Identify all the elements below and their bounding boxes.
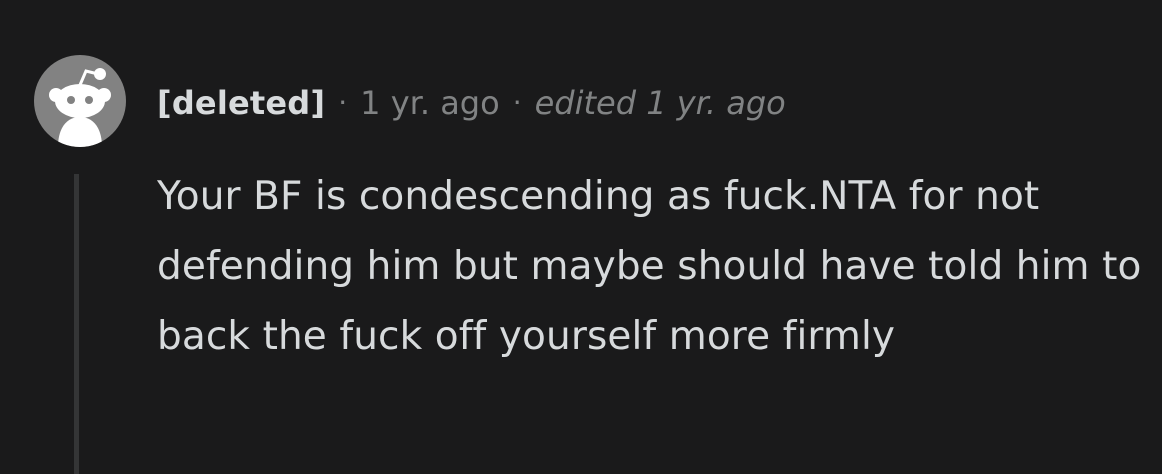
comment-meta: [deleted] · 1 yr. ago · edited 1 yr. ago: [157, 79, 786, 127]
comment-timestamp[interactable]: 1 yr. ago: [360, 79, 500, 127]
snoo-icon: [49, 68, 111, 147]
comment-body: Your BF is condescending as fuck.NTA for…: [157, 174, 1142, 359]
comment-author[interactable]: [deleted]: [157, 79, 325, 127]
meta-separator: ·: [512, 86, 522, 119]
meta-separator: ·: [338, 86, 348, 119]
avatar[interactable]: [34, 55, 126, 147]
edited-label: edited 1 yr. ago: [534, 84, 786, 122]
thread-line[interactable]: [74, 174, 79, 474]
